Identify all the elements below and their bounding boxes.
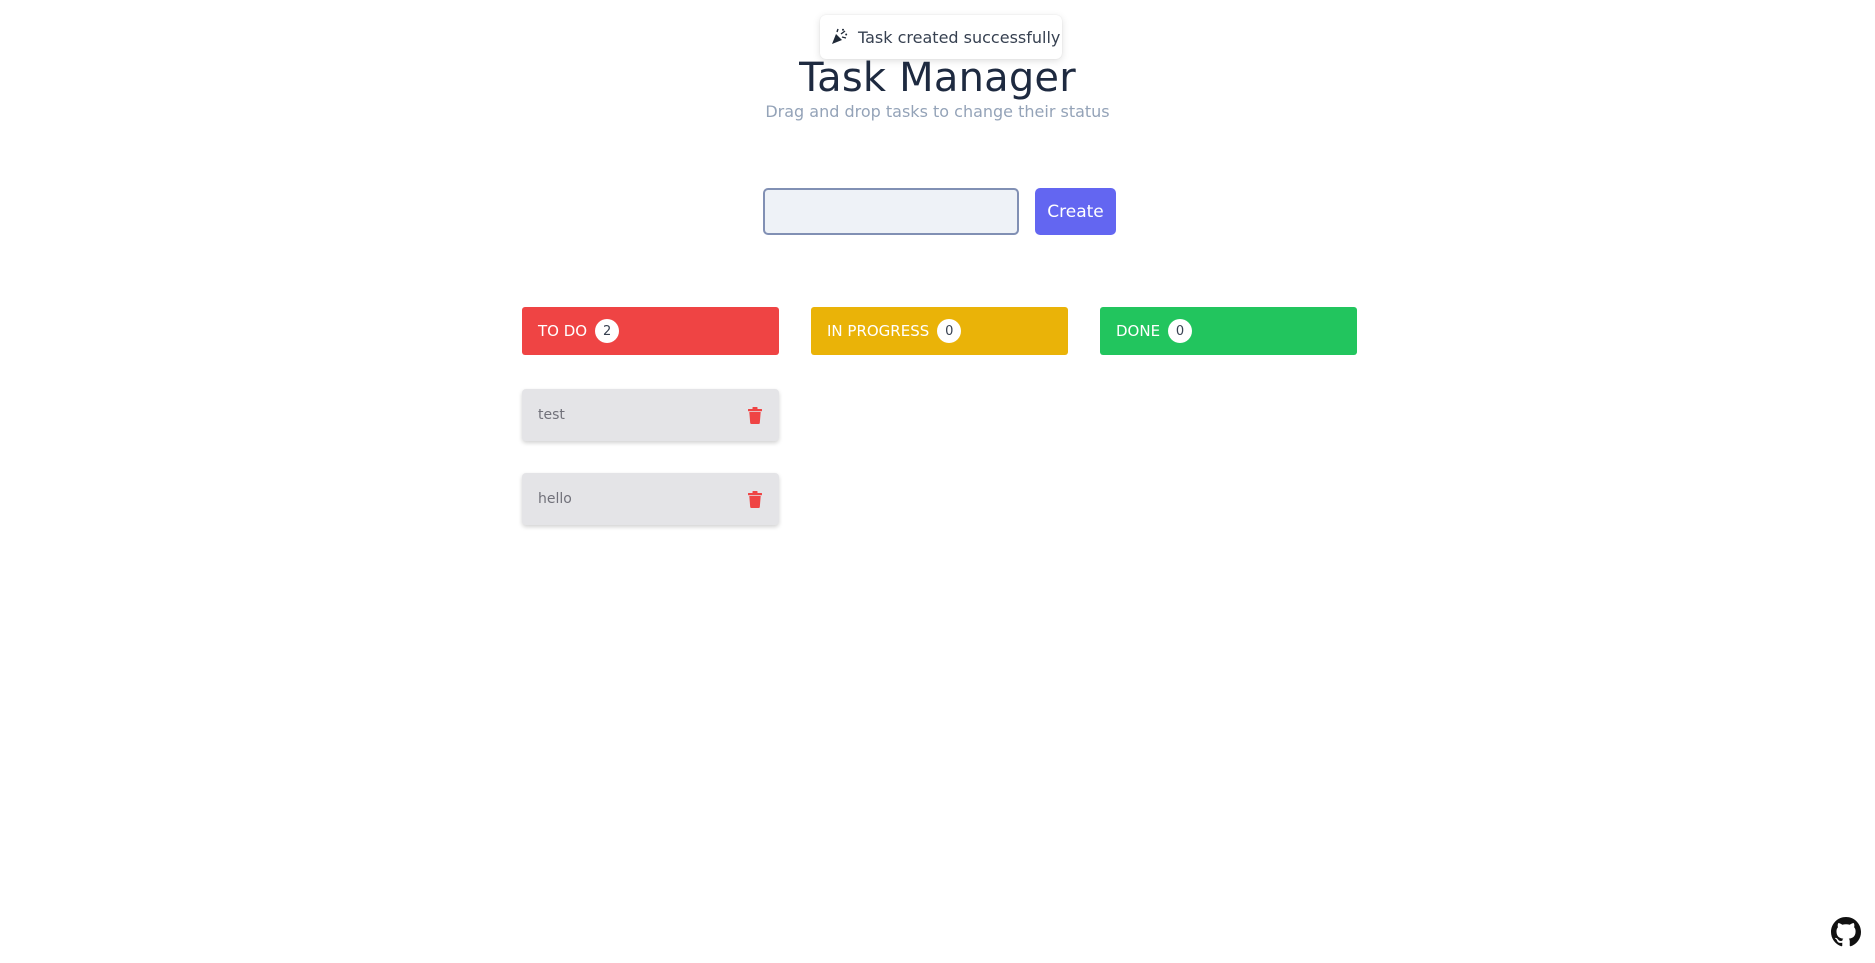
column-count-badge-todo: 2 [595,319,620,343]
column-label-todo: TO DO [538,322,588,340]
column-count-badge-done: 0 [1168,319,1193,343]
party-popper-icon [830,28,848,46]
task-name-input[interactable] [763,188,1019,235]
task-card[interactable]: hello [522,473,779,525]
column-label-in-progress: IN PROGRESS [827,322,930,340]
toast-message: Task created successfully [858,27,1061,47]
column-label-done: DONE [1116,322,1161,340]
toast-notification: Task created successfully [820,15,1062,59]
task-manager-page: Task created successfully Task Manager D… [0,0,1875,963]
column-header-done: DONE 0 [1100,307,1357,355]
column-header-in-progress: IN PROGRESS 0 [811,307,1068,355]
trash-icon[interactable] [747,406,763,424]
trash-icon[interactable] [747,490,763,508]
column-header-todo: TO DO 2 [522,307,779,355]
github-icon[interactable] [1831,917,1861,947]
task-text: test [538,407,565,423]
create-button[interactable]: Create [1035,188,1116,235]
task-text: hello [538,491,572,507]
task-card[interactable]: test [522,389,779,441]
column-count-badge-in-progress: 0 [937,319,962,343]
page-subtitle: Drag and drop tasks to change their stat… [765,102,1110,121]
page-title: Task Manager [799,55,1076,101]
